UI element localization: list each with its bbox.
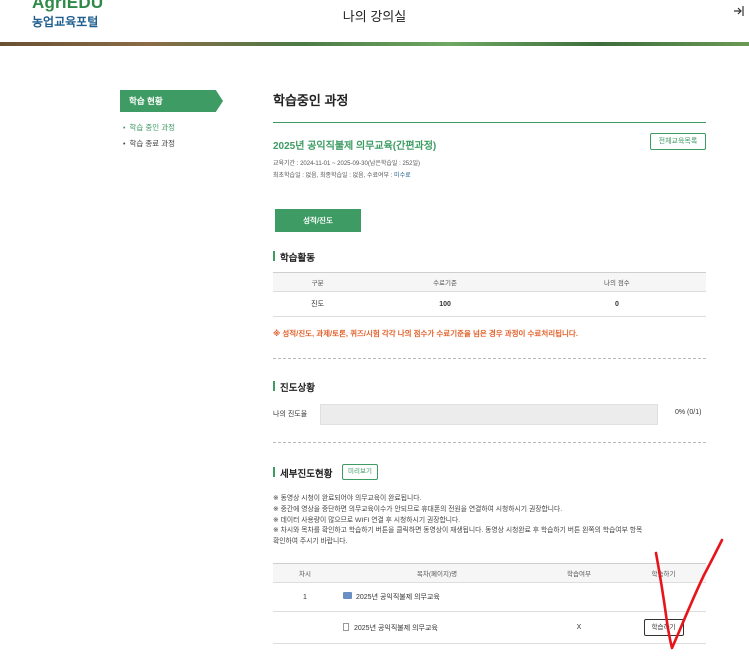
grade-progress-button[interactable]: 성적/진도 bbox=[275, 209, 361, 232]
table-header-row: 구분 수료기준 나의 점수 bbox=[273, 272, 706, 292]
sidebar-title: 학습 현황 bbox=[120, 90, 223, 112]
column-header: 차시 bbox=[273, 563, 337, 583]
section-title-detail: 세부진도현황 bbox=[273, 466, 332, 480]
section-divider bbox=[273, 442, 706, 443]
page-icon bbox=[343, 623, 349, 631]
folder-icon bbox=[343, 592, 352, 599]
chapter-title: 2025년 공익직불제 의무교육 bbox=[356, 594, 440, 601]
progress-bar bbox=[320, 404, 658, 425]
instruction-line: ※ 동영상 시청이 완료되어야 의무교육이 완료됩니다. bbox=[273, 495, 422, 502]
column-header: 목차(페이지)명 bbox=[337, 563, 537, 583]
table-row: 2025년 공익직불제 의무교육 X 학습하기 bbox=[273, 611, 706, 644]
sidebar-item-label: 학습 종료 과정 bbox=[129, 139, 176, 148]
table-cell: 0 bbox=[527, 291, 706, 317]
instruction-line: ※ 중간에 영상을 중단하면 의무교육이수가 안되므로 휴대폰의 전원을 연결하… bbox=[273, 505, 563, 513]
table-header-row: 차시 목차(페이지)명 학습여부 학습하기 bbox=[273, 563, 706, 583]
course-title: 2025년 공익직불제 의무교육(간편과정) bbox=[273, 141, 437, 152]
section-divider bbox=[273, 358, 706, 359]
main-title: 학습중인 과정 bbox=[273, 93, 349, 108]
completion-status: 미수료 bbox=[394, 173, 411, 179]
completion-cell: X bbox=[537, 611, 621, 644]
table-row: 진도 100 0 bbox=[273, 291, 706, 317]
chapter-title: 2025년 공익직불제 의무교육 bbox=[354, 625, 438, 632]
course-period: 교육기간 : 2024-11-01 ~ 2025-09-30(남은학습일 : 2… bbox=[273, 161, 420, 167]
instruction-line: ※ 데이터 사용량이 많으므로 WIFI 연결 후 시청하시기 권장합니다. bbox=[273, 516, 461, 524]
preview-button[interactable]: 미리보기 bbox=[342, 464, 378, 480]
course-status: 최초학습일 : 없음, 최종학습일 : 없음, 수료여부 : 미수료 bbox=[273, 170, 411, 179]
column-header: 나의 점수 bbox=[527, 272, 706, 292]
chapter-cell: 2025년 공익직불제 의무교육 bbox=[337, 582, 537, 612]
course-status-text: 최초학습일 : 없음, 최종학습일 : 없음, 수료여부 : bbox=[273, 173, 395, 179]
completion-notice: ※ 성적/진도, 과제/토론, 퀴즈/시험 각각 나의 점수가 수료기준을 넘은… bbox=[273, 329, 578, 338]
column-header: 학습하기 bbox=[621, 563, 706, 583]
bullet-icon: • bbox=[123, 125, 126, 132]
sidebar-item-label: 학습 중인 과정 bbox=[129, 123, 176, 132]
column-header: 수료기준 bbox=[362, 272, 528, 292]
title-divider bbox=[273, 122, 706, 123]
instructions: ※ 동영상 시청이 완료되어야 의무교육이 완료됩니다. ※ 중간에 영상을 중… bbox=[273, 494, 713, 548]
activity-table: 구분 수료기준 나의 점수 진도 100 0 bbox=[273, 272, 706, 317]
logout-icon[interactable] bbox=[733, 5, 745, 20]
detail-progress-table: 차시 목차(페이지)명 학습여부 학습하기 1 2025년 공익직불제 의무교육… bbox=[273, 563, 706, 644]
column-header: 학습여부 bbox=[537, 563, 621, 583]
page-title: 나의 강의실 bbox=[342, 9, 407, 24]
sidebar-item-learning-courses[interactable]: • 학습 중인 과정 bbox=[123, 122, 175, 133]
all-courses-button[interactable]: 전체교육목록 bbox=[650, 133, 706, 150]
action-cell: 학습하기 bbox=[621, 611, 706, 644]
action-cell bbox=[621, 582, 706, 612]
column-header: 구분 bbox=[273, 272, 363, 292]
section-title-activity: 학습활동 bbox=[273, 250, 315, 264]
study-button[interactable]: 학습하기 bbox=[643, 619, 684, 636]
sidebar-item-completed-courses[interactable]: • 학습 종료 과정 bbox=[123, 138, 175, 149]
chapter-cell: 2025년 공익직불제 의무교육 bbox=[337, 611, 537, 644]
session-number bbox=[273, 611, 337, 644]
site-header: AgriEDU 농업교육포털 나의 강의실 bbox=[0, 0, 749, 42]
session-number: 1 bbox=[273, 582, 337, 612]
section-title-progress: 진도상황 bbox=[273, 380, 315, 394]
progress-label: 나의 진도율 bbox=[273, 411, 308, 418]
instruction-line: 확인하여 주시기 바랍니다. bbox=[273, 538, 348, 546]
instruction-line: ※ 차시와 목차를 확인하고 학습하기 버튼을 클릭하면 동영상이 재생됩니다.… bbox=[273, 527, 643, 535]
table-row: 1 2025년 공익직불제 의무교육 bbox=[273, 582, 706, 612]
table-cell: 진도 bbox=[273, 291, 363, 317]
progress-value: 0% (0/1) bbox=[675, 409, 702, 416]
table-cell: 100 bbox=[362, 291, 528, 317]
completion-cell bbox=[537, 582, 621, 612]
header-banner bbox=[0, 42, 749, 46]
bullet-icon: • bbox=[123, 141, 126, 148]
